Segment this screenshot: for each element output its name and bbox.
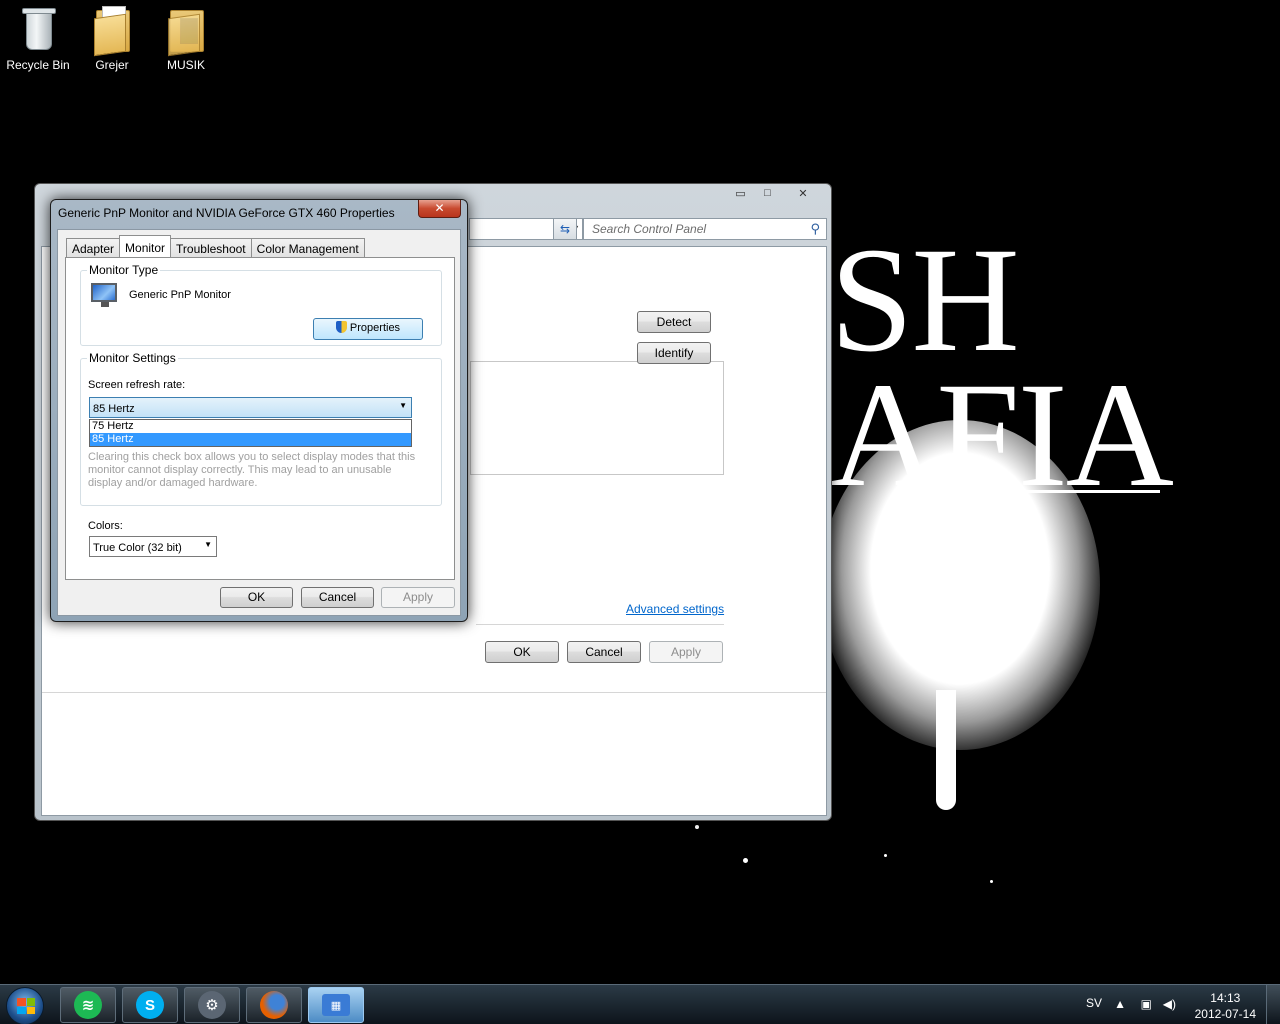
show-hidden-icons-icon[interactable]: ▲ bbox=[1114, 997, 1126, 1011]
wallpaper-speck bbox=[695, 825, 699, 829]
colors-dropdown[interactable]: True Color (32 bit) ▼ bbox=[89, 536, 217, 557]
start-button[interactable] bbox=[6, 987, 44, 1024]
monitor-type-group: Monitor Type Generic PnP Monitor Propert… bbox=[80, 263, 442, 346]
window-caption-buttons: ▭ □ ✕ bbox=[727, 184, 825, 202]
close-button[interactable]: ✕ bbox=[418, 200, 461, 218]
control-panel-icon: ▦ bbox=[322, 994, 350, 1016]
desktop-icon-label: Grejer bbox=[95, 58, 129, 72]
clock-time: 14:13 bbox=[1210, 991, 1241, 1005]
advanced-settings-link[interactable]: Advanced settings bbox=[626, 602, 724, 616]
tab-adapter[interactable]: Adapter bbox=[66, 238, 121, 257]
clock[interactable]: 14:13 2012-07-14 bbox=[1195, 990, 1256, 1022]
wallpaper-speck bbox=[743, 858, 748, 863]
dialog-title: Generic PnP Monitor and NVIDIA GeForce G… bbox=[58, 206, 395, 220]
taskbar-steam[interactable]: ⚙ bbox=[184, 987, 240, 1023]
cancel-button[interactable]: Cancel bbox=[567, 641, 641, 663]
properties-button[interactable]: Properties bbox=[313, 318, 423, 340]
wallpaper-speck bbox=[990, 880, 993, 883]
desktop-icon-label: Recycle Bin bbox=[6, 58, 70, 72]
group-label: Monitor Settings bbox=[87, 351, 178, 365]
clock-date: 2012-07-14 bbox=[1194, 1007, 1256, 1021]
network-icon[interactable]: ▣ bbox=[1141, 997, 1152, 1011]
folder-icon bbox=[90, 6, 134, 57]
tab-color-management[interactable]: Color Management bbox=[250, 238, 365, 257]
search-input[interactable]: Search Control Panel ⚲ bbox=[583, 218, 827, 240]
taskbar-control-panel[interactable]: ▦ bbox=[308, 987, 364, 1023]
display-preview-box bbox=[470, 361, 724, 475]
desktop-icon-recycle-bin[interactable]: Recycle Bin bbox=[1, 6, 75, 72]
cancel-button[interactable]: Cancel bbox=[301, 587, 374, 608]
search-placeholder: Search Control Panel bbox=[592, 222, 707, 236]
refresh-warning-text: Clearing this check box allows you to se… bbox=[88, 451, 416, 489]
uac-shield-icon bbox=[335, 321, 347, 333]
wallpaper-underline bbox=[960, 490, 1160, 493]
dialog-body: Adapter Monitor Troubleshoot Color Manag… bbox=[57, 229, 461, 616]
firefox-icon bbox=[260, 991, 288, 1019]
steam-icon: ⚙ bbox=[198, 991, 226, 1019]
tab-troubleshoot[interactable]: Troubleshoot bbox=[170, 238, 252, 257]
monitor-name: Generic PnP Monitor bbox=[129, 289, 231, 301]
refresh-icon: ⇆ bbox=[559, 222, 571, 236]
recycle-bin-icon bbox=[16, 6, 60, 54]
refresh-button[interactable]: ⇆ bbox=[553, 218, 577, 240]
refresh-option-75[interactable]: 75 Hertz bbox=[90, 420, 411, 433]
skype-icon: S bbox=[136, 991, 164, 1019]
refresh-option-85[interactable]: 85 Hertz bbox=[90, 433, 411, 446]
colors-label: Colors: bbox=[88, 520, 123, 532]
system-tray: SV ▲ ▣ ◀) 14:13 2012-07-14 bbox=[980, 985, 1280, 1024]
folder-icon bbox=[164, 6, 208, 57]
properties-button-label: Properties bbox=[349, 322, 401, 334]
volume-icon[interactable]: ◀) bbox=[1163, 997, 1176, 1011]
refresh-rate-label: Screen refresh rate: bbox=[88, 379, 186, 391]
monitor-icon bbox=[91, 283, 119, 307]
colors-value: True Color (32 bit) bbox=[93, 542, 182, 554]
taskbar: ≋ S ⚙ ▦ SV ▲ ▣ ◀) 14:13 2012-07-14 bbox=[0, 984, 1280, 1024]
chevron-down-icon: ▼ bbox=[204, 540, 212, 549]
wallpaper-text-line2: AFIA bbox=[830, 352, 1174, 518]
identify-button[interactable]: Identify bbox=[637, 342, 711, 364]
language-indicator[interactable]: SV bbox=[1086, 996, 1102, 1010]
ok-button[interactable]: OK bbox=[220, 587, 293, 608]
windows-logo-icon bbox=[17, 998, 35, 1014]
minimize-button[interactable]: ▭ bbox=[727, 184, 754, 202]
ok-button[interactable]: OK bbox=[485, 641, 559, 663]
wallpaper-paint-drip bbox=[936, 690, 956, 810]
apply-button: Apply bbox=[381, 587, 455, 608]
refresh-rate-dropdown[interactable]: 85 Hertz ▼ bbox=[89, 397, 412, 418]
detect-button[interactable]: Detect bbox=[637, 311, 711, 333]
close-button[interactable]: ✕ bbox=[781, 184, 825, 202]
divider bbox=[476, 624, 724, 625]
refresh-rate-value: 85 Hertz bbox=[93, 403, 135, 415]
wallpaper-speck bbox=[884, 854, 887, 857]
taskbar-firefox[interactable] bbox=[246, 987, 302, 1023]
chevron-down-icon: ▼ bbox=[399, 401, 407, 410]
refresh-rate-options: 75 Hertz 85 Hertz bbox=[89, 419, 412, 447]
spotify-icon: ≋ bbox=[74, 991, 102, 1019]
desktop-icon-label: MUSIK bbox=[166, 58, 205, 72]
desktop-icon-grejer[interactable]: Grejer bbox=[75, 6, 149, 72]
taskbar-skype[interactable]: S bbox=[122, 987, 178, 1023]
monitor-properties-dialog: Generic PnP Monitor and NVIDIA GeForce G… bbox=[50, 199, 468, 622]
apply-button: Apply bbox=[649, 641, 723, 663]
tab-strip: Adapter Monitor Troubleshoot Color Manag… bbox=[66, 235, 365, 257]
desktop-icon-musik[interactable]: MUSIK bbox=[149, 6, 223, 72]
tab-monitor[interactable]: Monitor bbox=[119, 235, 172, 257]
monitor-tab-panel: Monitor Type Generic PnP Monitor Propert… bbox=[65, 257, 455, 580]
show-desktop-button[interactable] bbox=[1266, 985, 1280, 1024]
taskbar-spotify[interactable]: ≋ bbox=[60, 987, 116, 1023]
divider bbox=[42, 692, 826, 693]
group-label: Monitor Type bbox=[87, 263, 161, 277]
maximize-button[interactable]: □ bbox=[754, 184, 781, 202]
search-icon[interactable]: ⚲ bbox=[810, 221, 820, 237]
